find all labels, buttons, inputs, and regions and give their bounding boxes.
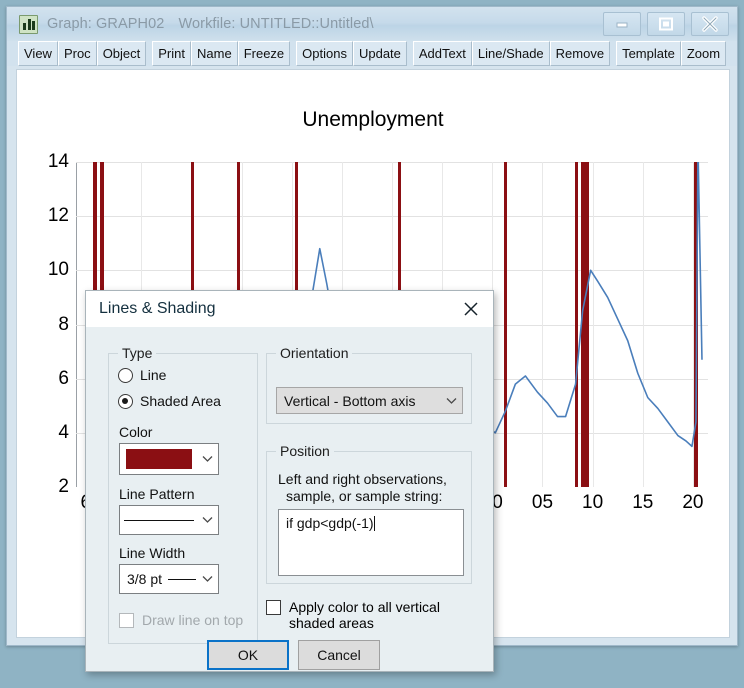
line-pattern-preview <box>124 519 194 521</box>
line-width-value: 3/8 pt <box>127 571 163 587</box>
position-group-label: Position <box>276 443 334 459</box>
toolbar-button-remove[interactable]: Remove <box>549 41 611 66</box>
chevron-down-icon <box>440 397 462 405</box>
x-axis-tick-label: 20 <box>682 492 704 513</box>
toolbar-button-object[interactable]: Object <box>96 41 147 66</box>
cancel-button-label: Cancel <box>317 647 361 663</box>
y-axis-tick-label: 2 <box>58 476 69 497</box>
y-axis-tick-label: 8 <box>58 313 69 335</box>
position-hint-line2: sample, or sample string: <box>286 488 443 504</box>
toolbar-button-proc[interactable]: Proc <box>57 41 97 66</box>
y-axis-tick-label: 12 <box>47 205 69 227</box>
radio-line-label: Line <box>140 367 167 383</box>
apply-color-all-line1: Apply color to all vertical <box>289 599 440 615</box>
orientation-value-wrap: Vertical - Bottom axis <box>277 393 440 409</box>
line-width-value-wrap: 3/8 pt <box>120 571 196 587</box>
apply-color-all-checkbox[interactable]: Apply color to all vertical shaded areas <box>266 599 466 631</box>
apply-color-all-line2: shaded areas <box>289 615 374 631</box>
close-icon <box>702 16 718 32</box>
line-pattern-dropdown[interactable] <box>119 505 219 535</box>
y-axis-tick-label: 10 <box>47 259 69 281</box>
radio-shaded-area-label: Shaded Area <box>140 393 221 409</box>
line-width-label: Line Width <box>119 545 186 561</box>
line-pattern-label: Line Pattern <box>119 486 195 502</box>
cancel-button[interactable]: Cancel <box>298 640 380 670</box>
color-dropdown[interactable] <box>119 443 219 475</box>
draw-line-on-top-box <box>119 613 134 628</box>
line-pattern-preview-wrap <box>120 519 196 521</box>
radio-line-indicator <box>118 367 133 383</box>
orientation-group-label: Orientation <box>276 345 353 361</box>
maximize-icon <box>659 17 673 31</box>
x-axis-tick-label: 05 <box>531 492 554 513</box>
color-label: Color <box>119 424 153 440</box>
orientation-value: Vertical - Bottom axis <box>284 392 416 409</box>
position-hint-line1: Left and right observations, <box>278 471 447 487</box>
type-group-label: Type <box>118 345 157 361</box>
radio-line[interactable]: Line <box>118 367 166 383</box>
position-input-value: if gdp<gdp(-1) <box>286 515 374 531</box>
line-width-preview <box>168 578 196 580</box>
toolbar-button-print[interactable]: Print <box>152 41 191 66</box>
close-button[interactable] <box>691 12 729 36</box>
toolbar-button-freeze[interactable]: Freeze <box>237 41 291 66</box>
y-axis-tick-label: 6 <box>58 367 69 389</box>
y-axis-tick-label: 4 <box>58 421 69 443</box>
toolbar-button-name[interactable]: Name <box>191 41 238 66</box>
toolbar-button-zoom[interactable]: Zoom <box>680 41 727 66</box>
window-title-graph: Graph: GRAPH02 <box>47 16 165 32</box>
x-axis-tick-label: 10 <box>582 492 604 513</box>
toolbar-button-options[interactable]: Options <box>296 41 353 66</box>
minimize-button[interactable] <box>603 12 641 36</box>
lines-and-shading-dialog: Lines & Shading Type Line Shaded Area Co… <box>85 290 494 672</box>
radio-shaded-area[interactable]: Shaded Area <box>118 393 221 409</box>
dialog-title: Lines & Shading <box>99 300 216 317</box>
color-swatch-wrap <box>120 449 196 469</box>
toolbar-button-addtext[interactable]: AddText <box>412 41 472 66</box>
position-input[interactable]: if gdp<gdp(-1) <box>278 509 464 576</box>
apply-color-all-label: Apply color to all vertical shaded areas <box>289 599 440 631</box>
line-width-dropdown[interactable]: 3/8 pt <box>119 564 219 594</box>
apply-color-all-box <box>266 600 281 615</box>
bar-chart-icon <box>19 14 38 34</box>
window-controls <box>603 12 729 36</box>
dialog-body: Type Line Shaded Area Color Line Pattern <box>86 327 493 672</box>
maximize-button[interactable] <box>647 12 685 36</box>
y-axis-tick-label: 14 <box>47 151 69 172</box>
orientation-dropdown[interactable]: Vertical - Bottom axis <box>276 387 463 414</box>
minimize-icon <box>616 22 628 28</box>
dialog-close-button[interactable] <box>459 297 483 321</box>
toolbar-button-line-shade[interactable]: Line/Shade <box>471 41 550 66</box>
window-title-workfile: Workfile: UNTITLED::Untitled\ <box>178 16 374 32</box>
graph-toolbar: View Proc Object Print Name Freeze Options Upda… <box>7 41 737 66</box>
toolbar-button-update[interactable]: Update <box>352 41 407 66</box>
toolbar-button-view[interactable]: View <box>18 41 58 66</box>
ok-button-label: OK <box>237 647 259 663</box>
window-title: Graph: GRAPH02 Workfile: UNTITLED::Untitl… <box>47 16 374 32</box>
close-icon <box>464 302 478 316</box>
radio-shaded-area-indicator <box>118 393 133 409</box>
text-caret <box>373 516 375 531</box>
chart-title: Unemployment <box>302 108 444 131</box>
desktop-background: Graph: GRAPH02 Workfile: UNTITLED::Untitl… <box>0 0 744 688</box>
dialog-titlebar: Lines & Shading <box>86 291 493 327</box>
window-titlebar: Graph: GRAPH02 Workfile: UNTITLED::Untitl… <box>7 7 737 41</box>
ok-button[interactable]: OK <box>207 640 289 670</box>
toolbar-button-template[interactable]: Template <box>616 41 681 66</box>
chevron-down-icon <box>196 516 218 524</box>
draw-line-on-top-label: Draw line on top <box>142 612 244 628</box>
color-swatch <box>126 449 192 469</box>
chevron-down-icon <box>196 455 218 463</box>
x-axis-tick-label: 15 <box>632 492 654 513</box>
draw-line-on-top-checkbox: Draw line on top <box>119 612 243 628</box>
chevron-down-icon <box>196 575 218 583</box>
